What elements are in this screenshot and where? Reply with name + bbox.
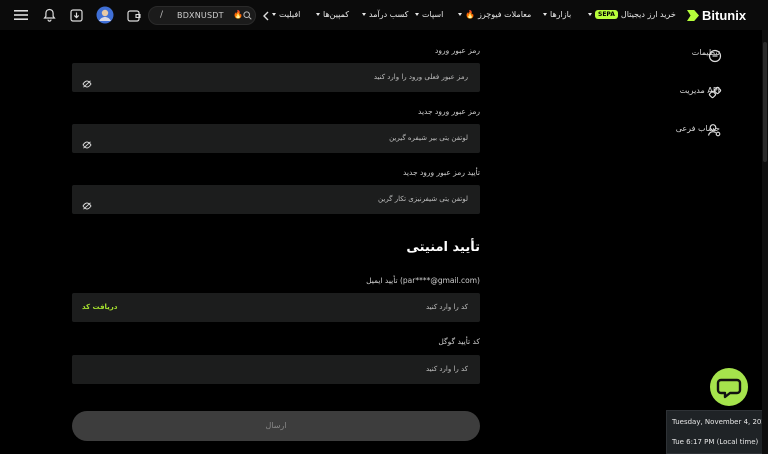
notification-bell-icon[interactable]: [40, 6, 58, 24]
google-code-field[interactable]: کد را وارد کنید: [72, 355, 480, 384]
fire-icon: 🔥: [233, 10, 243, 19]
eye-hidden-icon[interactable]: [82, 134, 92, 149]
nav-futures-label: معاملات فیوچرز: [477, 10, 532, 19]
email-code-placeholder: کد را وارد کنید: [425, 303, 468, 311]
current-password-field[interactable]: رمز عبور فعلی ورود را وارد کنید: [72, 63, 480, 92]
nav-affiliate-label: افیلیت: [279, 10, 301, 19]
nav-spot-label: اسپات: [422, 10, 444, 19]
search-shortcut-label: /: [160, 10, 164, 20]
top-navigation-bar: / BDXNUSDT 🔥 افیلیت کمپین‌ها کسب درآمد ا…: [0, 0, 768, 30]
email-code-field[interactable]: دریافت کد کد را وارد کنید: [72, 293, 480, 322]
sub-account-icon: [707, 122, 721, 137]
nav-buy-crypto[interactable]: SEPA خرید ارز دیجیتال: [588, 10, 676, 19]
menu-icon[interactable]: [12, 6, 30, 24]
nav-earn[interactable]: کسب درآمد: [362, 10, 408, 19]
eye-hidden-icon[interactable]: [82, 195, 92, 210]
confirm-password-field[interactable]: لوتفن یتی شیفرنیزی تکار گرین: [72, 185, 480, 214]
sepa-badge: SEPA: [595, 10, 618, 19]
eye-hidden-icon[interactable]: [82, 73, 92, 88]
nav-futures[interactable]: 🔥 معاملات فیوچرز: [458, 10, 531, 19]
page-scrollbar[interactable]: [762, 30, 768, 454]
nav-buy-crypto-label: خرید ارز دیجیتال: [620, 10, 676, 19]
get-code-button[interactable]: دریافت کد: [82, 303, 117, 311]
clock-time: Tue 6:17 PM (Local time): [672, 438, 759, 446]
search-ticker-placeholder: BDXNUSDT: [177, 11, 224, 20]
nav-campaigns[interactable]: کمپین‌ها: [316, 10, 349, 19]
system-clock-tooltip: Tuesday, November 4, 2025 Tue 6:17 PM (L…: [666, 410, 768, 454]
current-password-placeholder: رمز عبور فعلی ورود را وارد کنید: [373, 73, 468, 81]
confirm-password-placeholder: لوتفن یتی شیفرنیزی تکار گرین: [378, 195, 468, 203]
email-verification-label: تأیید ایمیل (par****@gmail.com): [366, 276, 480, 285]
download-icon[interactable]: [67, 6, 85, 24]
new-password-label: رمز عبور ورود جدید: [418, 107, 480, 116]
brand-name: Bitunix: [702, 8, 747, 23]
api-icon: [708, 85, 722, 99]
security-verification-title: تأیید امنیتی: [406, 240, 480, 255]
nav-markets[interactable]: بازارها: [543, 10, 571, 19]
submit-button-label: ارسال: [265, 421, 287, 430]
fire-icon: 🔥: [465, 10, 475, 19]
chat-icon: [716, 378, 742, 399]
scrollbar-thumb[interactable]: [763, 42, 767, 162]
google-code-placeholder: کد را وارد کنید: [425, 365, 468, 373]
nav-earn-label: کسب درآمد: [369, 10, 409, 19]
nav-markets-label: بازارها: [550, 10, 572, 19]
google-verification-label: کد تأیید گوگل: [438, 337, 480, 346]
search-input[interactable]: / BDXNUSDT 🔥: [148, 6, 256, 25]
clock-date: Tuesday, November 4, 2025: [672, 418, 768, 426]
bitunix-logo-icon: [687, 10, 699, 21]
nav-campaigns-label: کمپین‌ها: [323, 10, 350, 19]
avatar[interactable]: [96, 6, 114, 24]
wallet-icon[interactable]: [125, 6, 143, 24]
nav-affiliate[interactable]: افیلیت: [272, 10, 300, 19]
brand-logo[interactable]: Bitunix: [687, 8, 746, 23]
support-chat-button[interactable]: [710, 368, 748, 406]
submit-button[interactable]: ارسال: [72, 411, 480, 441]
new-password-field[interactable]: لوتفن یتی بیر شیفره گیرین: [72, 124, 480, 153]
confirm-password-label: تأیید رمز عبور ورود جدید: [402, 168, 480, 177]
nav-spot[interactable]: اسپات: [415, 10, 443, 19]
current-password-label: رمز عبور ورود: [435, 46, 480, 55]
new-password-placeholder: لوتفن یتی بیر شیفره گیرین: [389, 134, 468, 142]
search-icon: [243, 11, 252, 22]
settings-icon: [708, 48, 722, 63]
